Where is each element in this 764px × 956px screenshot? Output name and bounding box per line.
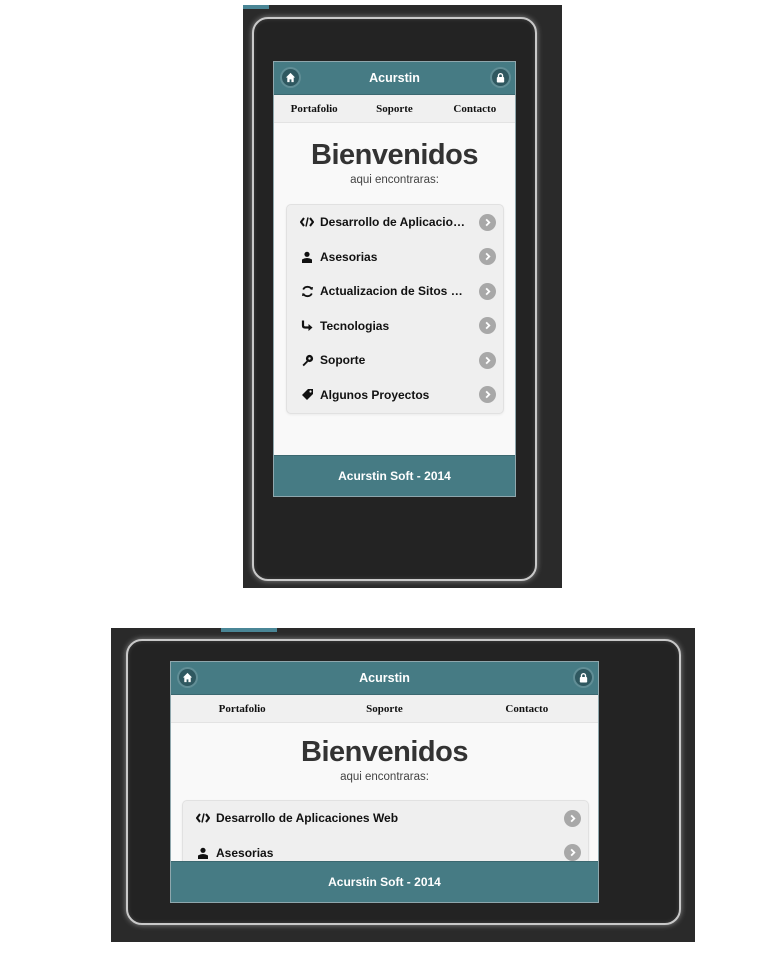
nav-portafolio[interactable]: Portafolio bbox=[274, 103, 354, 115]
home-button[interactable] bbox=[179, 669, 196, 686]
menu-item-desarrollo[interactable]: Desarrollo de Aplicaciones Web bbox=[183, 801, 588, 836]
chevron-right-icon bbox=[479, 317, 496, 335]
menu-item-label: Soporte bbox=[320, 353, 366, 368]
home-icon bbox=[182, 672, 193, 683]
nav-portafolio[interactable]: Portafolio bbox=[171, 703, 313, 715]
home-icon bbox=[285, 72, 296, 83]
menu-item-asesorias[interactable]: Asesorias bbox=[287, 240, 503, 275]
header-title: Acurstin bbox=[359, 671, 410, 685]
tag-icon bbox=[300, 388, 314, 402]
device-tab-stub bbox=[221, 628, 277, 632]
menu-item-label: Algunos Proyectos bbox=[320, 387, 430, 402]
nav-soporte[interactable]: Soporte bbox=[354, 103, 434, 115]
device-tab-stub bbox=[243, 5, 269, 9]
landscape-screen: Acurstin Portafolio Soporte Contacto Bie… bbox=[170, 661, 599, 903]
menu-item-label: Desarrollo de Aplicaciones Web bbox=[216, 811, 399, 826]
menu-list: Desarrollo de Aplicaciones Web Asesorias… bbox=[286, 204, 504, 414]
menu-item-label: Actualizacion de Sitos Web bbox=[320, 284, 476, 299]
refresh-icon bbox=[300, 284, 314, 298]
landscape-device: Acurstin Portafolio Soporte Contacto Bie… bbox=[111, 628, 695, 942]
welcome-subtitle: aqui encontraras: bbox=[340, 771, 429, 783]
gear-icon bbox=[300, 353, 314, 367]
user-icon bbox=[196, 846, 210, 860]
user-icon bbox=[300, 250, 314, 264]
menu-item-label: Desarrollo de Aplicaciones Web bbox=[320, 215, 479, 230]
chevron-right-icon bbox=[479, 282, 496, 300]
chevron-right-icon bbox=[564, 844, 581, 862]
lock-button[interactable] bbox=[575, 669, 592, 686]
forward-icon bbox=[300, 319, 314, 333]
menu-item-label: Asesorias bbox=[320, 249, 378, 264]
welcome-title: Bienvenidos bbox=[311, 139, 478, 171]
menu-item-actualizacion[interactable]: Actualizacion de Sitos Web bbox=[287, 274, 503, 309]
nav-soporte[interactable]: Soporte bbox=[313, 703, 455, 715]
chevron-right-icon bbox=[564, 809, 581, 827]
menu-item-tecnologias[interactable]: Tecnologias bbox=[287, 309, 503, 344]
nav-contacto[interactable]: Contacto bbox=[456, 703, 598, 715]
chevron-right-icon bbox=[479, 386, 496, 404]
portrait-device: Acurstin Portafolio Soporte Contacto Bie… bbox=[243, 5, 562, 588]
chevron-right-icon bbox=[479, 351, 496, 369]
chevron-right-icon bbox=[479, 248, 496, 266]
nav-bar: Portafolio Soporte Contacto bbox=[274, 95, 515, 123]
footer-text: Acurstin Soft - 2014 bbox=[328, 875, 441, 889]
menu-item-label: Asesorias bbox=[216, 845, 274, 860]
header-bar: Acurstin bbox=[274, 62, 515, 95]
nav-bar: Portafolio Soporte Contacto bbox=[171, 695, 598, 723]
lock-button[interactable] bbox=[492, 69, 509, 86]
welcome-subtitle: aqui encontraras: bbox=[350, 174, 439, 186]
chevron-right-icon bbox=[479, 213, 496, 231]
menu-item-label: Tecnologias bbox=[320, 318, 390, 333]
code-icon bbox=[300, 215, 314, 229]
lock-icon bbox=[579, 672, 588, 683]
menu-item-desarrollo[interactable]: Desarrollo de Aplicaciones Web bbox=[287, 205, 503, 240]
menu-item-soporte[interactable]: Soporte bbox=[287, 343, 503, 378]
nav-contacto[interactable]: Contacto bbox=[435, 103, 515, 115]
lock-icon bbox=[496, 72, 505, 83]
home-button[interactable] bbox=[282, 69, 299, 86]
header-title: Acurstin bbox=[369, 71, 420, 85]
footer-bar: Acurstin Soft - 2014 bbox=[171, 861, 598, 902]
header-bar: Acurstin bbox=[171, 662, 598, 695]
portrait-screen: Acurstin Portafolio Soporte Contacto Bie… bbox=[273, 61, 516, 497]
welcome-title: Bienvenidos bbox=[301, 736, 468, 768]
footer-bar: Acurstin Soft - 2014 bbox=[274, 455, 515, 496]
welcome-block: Bienvenidos aqui encontraras: bbox=[274, 139, 515, 186]
footer-text: Acurstin Soft - 2014 bbox=[338, 469, 451, 483]
welcome-block: Bienvenidos aqui encontraras: bbox=[171, 736, 598, 783]
menu-item-proyectos[interactable]: Algunos Proyectos bbox=[287, 378, 503, 413]
code-icon bbox=[196, 811, 210, 825]
